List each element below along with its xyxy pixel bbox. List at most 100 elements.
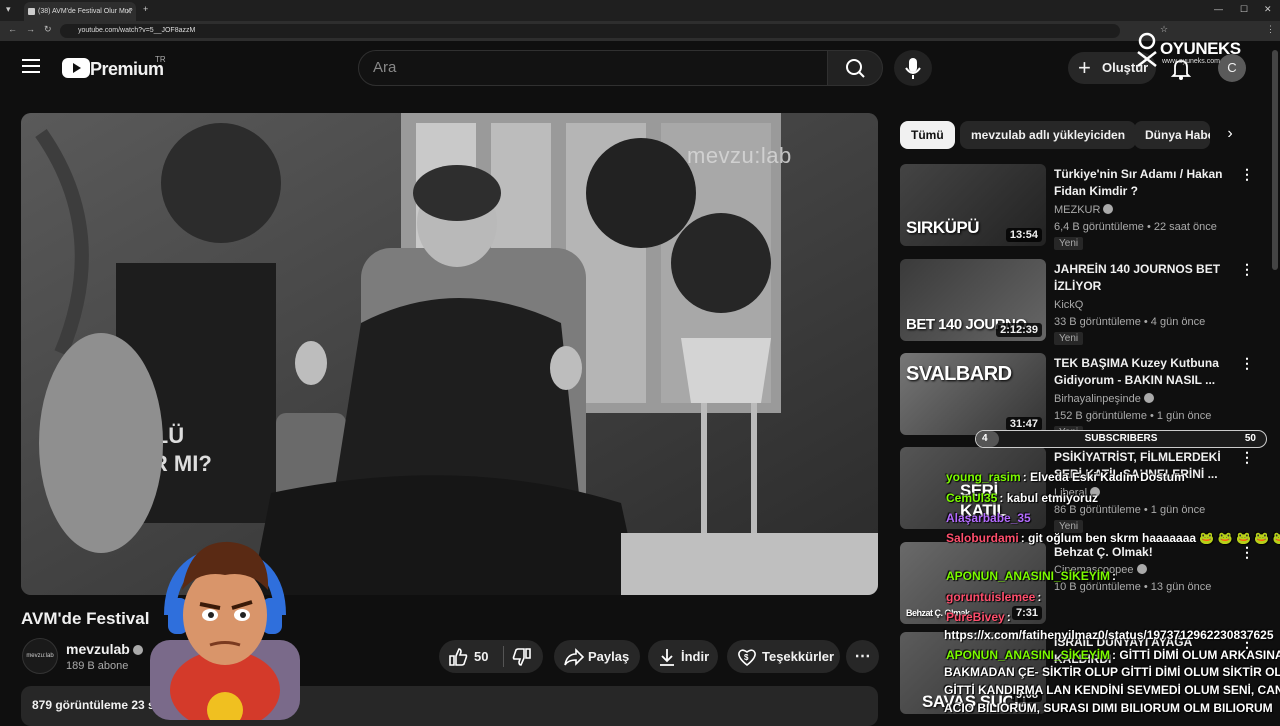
dislike-button[interactable] <box>507 640 543 673</box>
channel-name-text: Birhayalinpeşinde <box>1054 393 1141 405</box>
channel-name-link[interactable]: mevzulab <box>66 641 143 657</box>
like-button[interactable]: 50 <box>439 640 503 673</box>
tab-title: (38) AVM'de Festival Olur Mu? <box>38 8 133 15</box>
thumbs-down-icon <box>512 648 531 666</box>
streamer-cartoon-avatar <box>150 520 300 726</box>
page-scrollbar[interactable] <box>1272 50 1278 270</box>
chat-message: APONUN_ANASINI_SİKEYİM: <box>946 569 1116 583</box>
recommendation-item[interactable]: SIRKÜPÜ 13:54 Türkiye'nin Sır Adamı / Ha… <box>900 164 1260 250</box>
oyuneks-logo-text: OYUNEKS <box>1160 39 1241 58</box>
chat-text: : <box>1006 610 1011 624</box>
video-watermark: mevzu:lab <box>687 143 792 168</box>
chat-text: : kabul etmiyoruz <box>999 491 1099 505</box>
more-actions-button[interactable]: ⋯ <box>846 640 879 673</box>
thanks-label: Teşekkürler <box>762 649 835 664</box>
url-text: youtube.com/watch?v=5__JOF8azzM <box>78 27 196 34</box>
svg-text:$: $ <box>744 653 749 662</box>
channel-name[interactable]: Birhayalinpeşinde <box>1054 393 1154 405</box>
channel-name[interactable]: KickQ <box>1054 299 1083 311</box>
new-badge: Yeni <box>1054 237 1084 250</box>
chip-from-uploader[interactable]: mevzulab adlı yükleyiciden <box>960 121 1137 149</box>
chat-username: APONUN_ANASINI_SİKEYİM <box>946 569 1111 583</box>
oyuneks-mascot-icon <box>1137 32 1157 67</box>
thumbs-up-icon <box>449 648 468 666</box>
verified-icon <box>1143 393 1154 403</box>
chat-message: ACIO BILIORUM, SURASI DIMI BILIORUM OLM … <box>944 701 1273 715</box>
chat-text: : Elveda Eski Kadım Dostum <box>1022 470 1185 484</box>
video-title[interactable]: TEK BAŞIMA Kuzey Kutbuna Gidiyorum - BAK… <box>1054 355 1234 389</box>
share-label: Paylaş <box>588 649 630 664</box>
more-options-icon[interactable]: ⋮ <box>1240 355 1254 372</box>
video-title[interactable]: Behzat Ç. Olmak! <box>1054 544 1234 561</box>
chevron-right-icon[interactable]: › <box>1220 121 1240 149</box>
close-window-icon[interactable]: ✕ <box>1264 4 1272 15</box>
video-title[interactable]: JAHREİN 140 JOURNOS BET İZLİYOR <box>1054 261 1234 295</box>
chat-text: ACIO BILIORUM, SURASI DIMI BILIORUM OLM … <box>944 701 1273 715</box>
url-field[interactable]: youtube.com/watch?v=5__JOF8azzM <box>60 24 1120 38</box>
voice-search-button[interactable] <box>894 50 932 86</box>
region-code: TR <box>155 55 166 64</box>
video-thumbnail[interactable]: BET 140 JOURNO 2:12:39 <box>900 259 1046 341</box>
download-button[interactable]: İndir <box>648 640 718 673</box>
more-options-icon[interactable]: ⋮ <box>1240 166 1254 183</box>
hamburger-menu-icon[interactable] <box>22 59 40 73</box>
new-tab-icon[interactable]: + <box>143 4 148 14</box>
chat-username: young_rasim <box>946 470 1021 484</box>
video-thumbnail[interactable]: SVALBARD 31:47 <box>900 353 1046 435</box>
chat-text: : <box>1112 569 1117 583</box>
video-duration: 31:47 <box>1005 417 1042 431</box>
streamer-avatar-image <box>150 541 300 726</box>
close-tab-icon[interactable]: ✕ <box>125 2 132 21</box>
channel-name-text: MEZKUR <box>1054 204 1101 216</box>
more-horizontal-icon: ⋯ <box>854 648 871 665</box>
minimize-icon[interactable]: — <box>1214 4 1223 14</box>
more-options-icon[interactable]: ⋮ <box>1240 544 1254 561</box>
chat-username: Saloburdami <box>946 531 1019 545</box>
forward-icon[interactable]: → <box>26 24 35 34</box>
address-bar-row: ← → ↻ youtube.com/watch?v=5__JOF8azzM ☆ … <box>0 21 1280 41</box>
recommendation-item[interactable]: SVALBARD 31:47 TEK BAŞIMA Kuzey Kutbuna … <box>900 353 1260 439</box>
channel-name-text: mevzulab <box>66 641 130 657</box>
maximize-icon[interactable]: ☐ <box>1240 4 1248 15</box>
chat-text: https://x.com/fatihenyilmaz0/status/1973… <box>944 628 1274 642</box>
chat-message: PureBivey: <box>946 610 1011 624</box>
more-options-icon[interactable]: ⋮ <box>1240 449 1254 466</box>
youtube-favicon-icon <box>28 8 35 15</box>
video-meta: 33 B görüntüleme • 4 gün önce <box>1054 316 1206 328</box>
video-thumbnail[interactable]: SIRKÜPÜ 13:54 <box>900 164 1046 246</box>
chip-world-news[interactable]: Dünya Habe <box>1134 121 1210 149</box>
reload-icon[interactable]: ↻ <box>44 24 52 35</box>
chat-username: goruntuislemee <box>946 590 1036 604</box>
chat-message: https://x.com/fatihenyilmaz0/status/1973… <box>944 628 1274 642</box>
youtube-logo-icon[interactable] <box>62 58 90 78</box>
more-options-icon[interactable]: ⋮ <box>1240 261 1254 278</box>
search-input[interactable]: Ara <box>358 50 828 86</box>
channel-avatar[interactable]: mevzu:lab <box>22 638 58 674</box>
plus-icon: + <box>1078 55 1091 80</box>
youtube-premium-logo-text[interactable]: Premium <box>90 59 164 80</box>
search-icon <box>846 59 865 78</box>
chat-text: BAKMADAN ÇE- SİKTİR OLUP GİTTİ DİMİ OLUM… <box>944 665 1280 679</box>
download-label: İndir <box>681 649 710 664</box>
chip-all[interactable]: Tümü <box>900 121 955 149</box>
chat-username: PureBivey <box>946 610 1005 624</box>
tab-list-icon[interactable]: ▾ <box>6 4 11 15</box>
share-button[interactable]: Paylaş <box>554 640 640 673</box>
back-icon[interactable]: ← <box>8 24 17 34</box>
chat-text: : <box>1037 590 1042 604</box>
subscriber-goal-bar: 4 SUBSCRIBERS 50 <box>975 430 1267 448</box>
browser-tab-bar: ▾ (38) AVM'de Festival Olur Mu? ✕ + — ☐ … <box>0 0 1280 21</box>
subscriber-goal-label: SUBSCRIBERS <box>1084 433 1158 444</box>
chat-text: : git oğlum ben skrm haaaaaaa 🐸 🐸 🐸 🐸 🐸 … <box>1020 531 1280 545</box>
recommendation-item[interactable]: BET 140 JOURNO 2:12:39 JAHREİN 140 JOURN… <box>900 259 1260 345</box>
microphone-icon <box>905 58 921 79</box>
thanks-button[interactable]: $ Teşekkürler <box>727 640 840 673</box>
browser-menu-icon[interactable]: ⋮ <box>1266 24 1275 35</box>
verified-icon <box>1103 204 1114 214</box>
video-title[interactable]: Türkiye'nin Sır Adamı / Hakan Fidan Kimd… <box>1054 166 1234 200</box>
chat-username: APONUN_ANASINI_SİKEYİM <box>946 648 1111 662</box>
browser-tab[interactable]: (38) AVM'de Festival Olur Mu? ✕ <box>24 2 136 21</box>
chat-message: young_rasim: Elveda Eski Kadım Dostum <box>946 470 1185 484</box>
channel-name[interactable]: MEZKUR <box>1054 204 1114 216</box>
search-button[interactable] <box>827 50 883 86</box>
